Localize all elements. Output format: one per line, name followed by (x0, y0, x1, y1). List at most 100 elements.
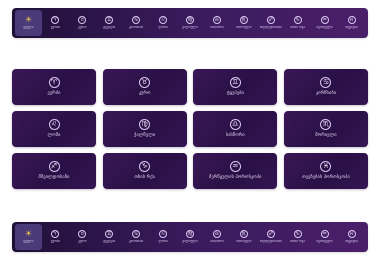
nav-item-label: მორიელი (236, 240, 252, 244)
zodiac-card-taurus[interactable]: ♉ კურო (102, 69, 187, 105)
nav-item-label: კირჩხიბი (128, 26, 144, 30)
gemini-icon: ♊ (105, 230, 114, 239)
top-nav-item-sun[interactable]: ☀ ყველა (15, 10, 42, 36)
zodiac-card-label: ლომი (47, 133, 61, 139)
zodiac-card-label: ტყუპები (226, 91, 244, 97)
zodiac-card-leo[interactable]: ♌ ლომი (12, 111, 96, 147)
pisces-icon: ♓ (320, 161, 332, 173)
nav-item-label: მერწყული (316, 26, 333, 30)
zodiac-card-capricorn[interactable]: ♑ თხის რქა (102, 153, 187, 189)
zodiac-card-aquarius[interactable]: ♒ მერწყულის ჰოროსკოპი (193, 153, 278, 189)
bottom-nav-item-pisces[interactable]: ♓ თევზები (338, 224, 365, 250)
zodiac-card-scorpio[interactable]: ♏ მორიელი (283, 111, 368, 147)
top-nav-item-virgo[interactable]: ♍ ქალწული (177, 10, 204, 36)
sagittarius-icon: ♐ (48, 161, 60, 173)
nav-item-label: ლომი (158, 240, 168, 244)
nav-item-label: კურო (78, 240, 87, 244)
capricorn-icon: ♑ (293, 230, 302, 239)
bottom-nav-item-aries[interactable]: ♈ ვერძი (42, 224, 69, 250)
top-nav-item-gemini[interactable]: ♊ ტყუპები (96, 10, 123, 36)
zodiac-card-pisces[interactable]: ♓ თევზების ჰოროსკოპი (283, 153, 368, 189)
nav-item-label: თევზები (345, 240, 358, 244)
bottom-nav-item-sagittarius[interactable]: ♐ მშვილდოსანი (257, 224, 284, 250)
bottom-nav-item-cancer[interactable]: ♋ კირჩხიბი (123, 224, 150, 250)
zodiac-card-label: მერწყულის ჰოროსკოპი (209, 175, 262, 181)
bottom-nav-item-taurus[interactable]: ♉ კურო (69, 224, 96, 250)
gemini-icon: ♊ (105, 16, 114, 25)
zodiac-card-virgo[interactable]: ♍ ქალწული (102, 111, 187, 147)
bottom-nav-item-sun[interactable]: ☀ ყველა (15, 224, 42, 250)
zodiac-card-sagittarius[interactable]: ♐ მშვილდოსანი (12, 153, 96, 189)
zodiac-card-label: კურო (138, 91, 151, 97)
bottom-nav-item-gemini[interactable]: ♊ ტყუპები (96, 224, 123, 250)
sun-icon: ☀ (24, 229, 33, 239)
taurus-icon: ♉ (78, 16, 87, 25)
virgo-icon: ♍ (185, 16, 194, 25)
bottom-nav-item-leo[interactable]: ♌ ლომი (150, 224, 177, 250)
top-nav-item-capricorn[interactable]: ♑ თხის რქა (284, 10, 311, 36)
top-nav-item-cancer[interactable]: ♋ კირჩხიბი (123, 10, 150, 36)
top-nav-item-scorpio[interactable]: ♏ მორიელი (230, 10, 257, 36)
pisces-icon: ♓ (347, 230, 356, 239)
zodiac-card-label: კირჩხიბი (315, 91, 337, 97)
cancer-icon: ♋ (132, 16, 141, 25)
sun-icon: ☀ (24, 15, 33, 25)
zodiac-card-label: მშვილდოსანი (38, 175, 70, 181)
top-nav-item-leo[interactable]: ♌ ლომი (150, 10, 177, 36)
bottom-nav-item-scorpio[interactable]: ♏ მორიელი (230, 224, 257, 250)
nav-item-label: ქალწული (182, 26, 198, 30)
aquarius-icon: ♒ (229, 161, 241, 173)
aquarius-icon: ♒ (320, 16, 329, 25)
virgo-icon: ♍ (185, 230, 194, 239)
zodiac-card-label: ქალწული (133, 133, 156, 139)
bottom-nav-item-capricorn[interactable]: ♑ თხის რქა (284, 224, 311, 250)
top-nav-item-taurus[interactable]: ♉ კურო (69, 10, 96, 36)
bottom-nav-item-virgo[interactable]: ♍ ქალწული (177, 224, 204, 250)
nav-item-label: ტყუპები (103, 240, 116, 244)
virgo-icon: ♍ (139, 119, 151, 131)
zodiac-card-label: თხის რქა (134, 175, 155, 181)
nav-item-label: მშვილდოსანი (259, 26, 282, 30)
nav-item-label: მორიელი (236, 26, 252, 30)
capricorn-icon: ♑ (139, 161, 151, 173)
zodiac-grid: ♈ ვერძი ♉ კურო ♊ ტყუპები ♋ კირჩხიბი ♌ ლომი ♍ ქალწულ… (12, 69, 368, 189)
nav-item-label: თხის რქა (290, 26, 306, 30)
sagittarius-icon: ♐ (266, 230, 275, 239)
top-nav-item-aries[interactable]: ♈ ვერძი (42, 10, 69, 36)
zodiac-card-libra[interactable]: ♎ სასწორი (193, 111, 278, 147)
pisces-icon: ♓ (347, 16, 356, 25)
sagittarius-icon: ♐ (266, 16, 275, 25)
nav-item-label: კურო (78, 26, 87, 30)
top-nav-item-aquarius[interactable]: ♒ მერწყული (311, 10, 338, 36)
zodiac-card-cancer[interactable]: ♋ კირჩხიბი (283, 69, 368, 105)
scorpio-icon: ♏ (239, 230, 248, 239)
nav-item-label: ქალწული (182, 240, 198, 244)
taurus-icon: ♉ (139, 77, 151, 89)
aries-icon: ♈ (51, 16, 60, 25)
aries-icon: ♈ (51, 230, 60, 239)
taurus-icon: ♉ (78, 230, 87, 239)
libra-icon: ♎ (229, 119, 241, 131)
top-nav: ☀ ყველა ♈ ვერძი ♉ კურო ♊ ტყუპები ♋ კირჩხიბი ♌ ლომი ♍… (12, 8, 368, 38)
nav-item-label: ყველა (23, 240, 34, 244)
nav-item-label: ყველა (23, 26, 34, 30)
top-nav-item-sagittarius[interactable]: ♐ მშვილდოსანი (257, 10, 284, 36)
cancer-icon: ♋ (132, 230, 141, 239)
bottom-nav-item-aquarius[interactable]: ♒ მერწყული (311, 224, 338, 250)
aries-icon: ♈ (48, 77, 60, 89)
nav-item-label: მერწყული (316, 240, 333, 244)
nav-item-label: ვერძი (50, 26, 61, 30)
top-nav-item-libra[interactable]: ♎ სასწორი (203, 10, 230, 36)
leo-icon: ♌ (159, 230, 168, 239)
zodiac-card-gemini[interactable]: ♊ ტყუპები (193, 69, 278, 105)
nav-item-label: თხის რქა (290, 240, 306, 244)
bottom-nav-item-libra[interactable]: ♎ სასწორი (203, 224, 230, 250)
nav-item-label: ტყუპები (103, 26, 116, 30)
gemini-icon: ♊ (229, 77, 241, 89)
leo-icon: ♌ (48, 119, 60, 131)
nav-item-label: კირჩხიბი (128, 240, 144, 244)
scorpio-icon: ♏ (320, 119, 332, 131)
zodiac-card-aries[interactable]: ♈ ვერძი (12, 69, 96, 105)
top-nav-item-pisces[interactable]: ♓ თევზები (338, 10, 365, 36)
zodiac-card-label: სასწორი (225, 133, 245, 139)
